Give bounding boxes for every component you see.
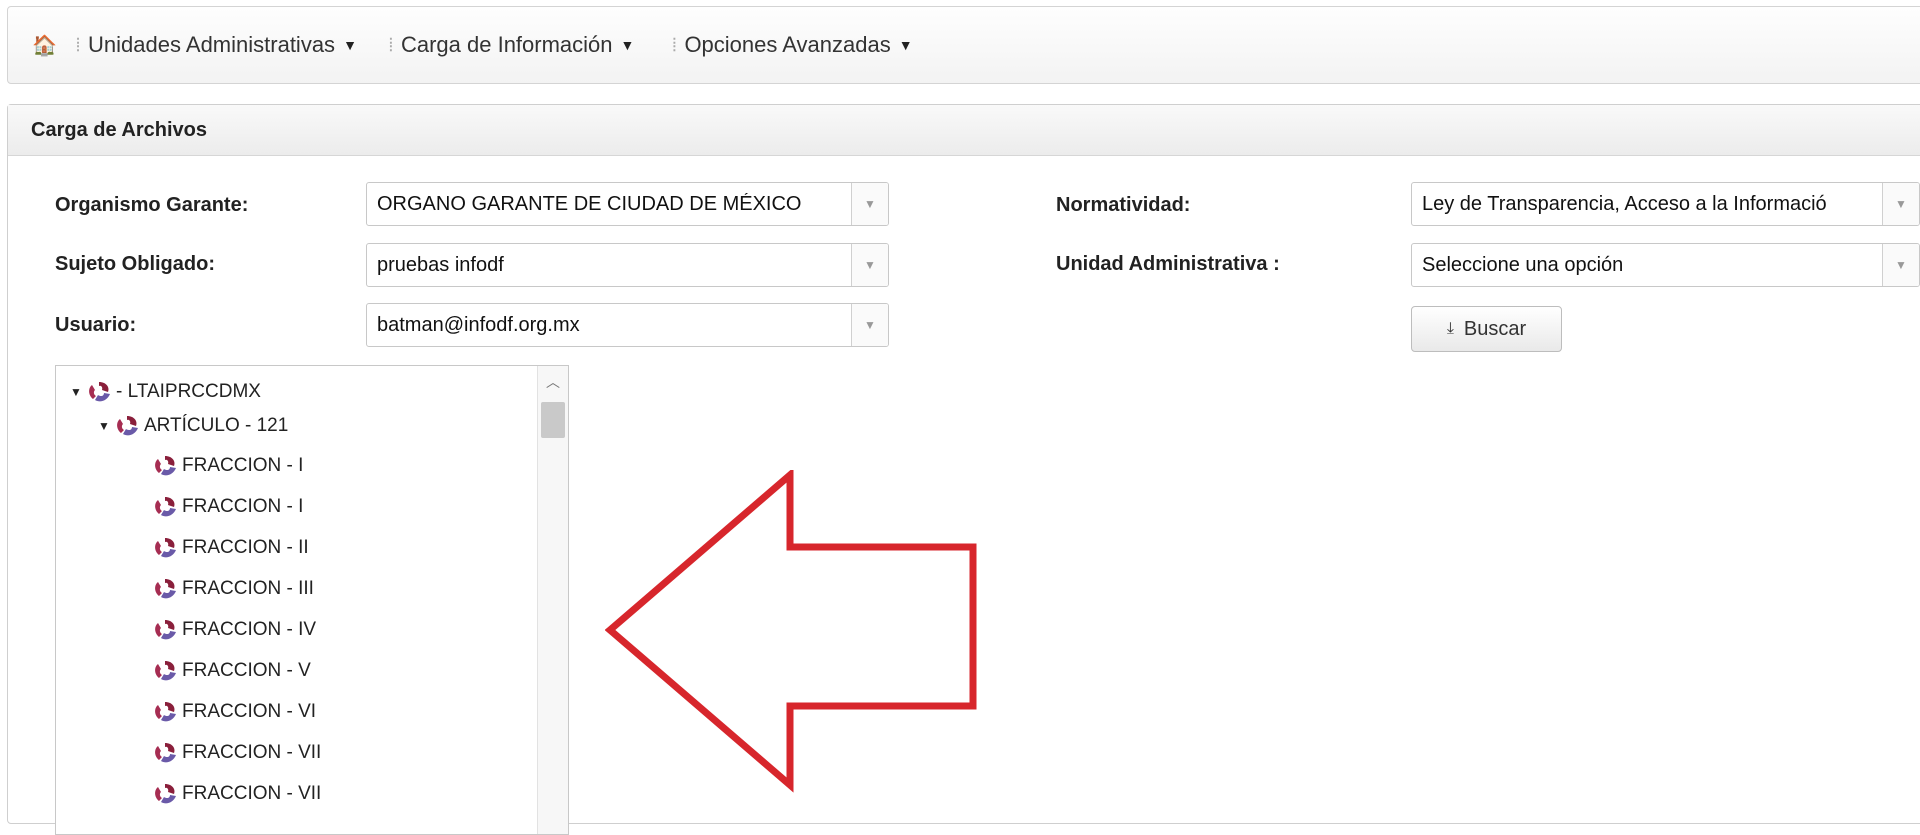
- nav-carga-de-informacion[interactable]: ⦙ Carga de Información ▼: [389, 32, 634, 58]
- tree-leaf-fraccion[interactable]: FRACCION - V: [152, 659, 311, 683]
- tree-node-label: FRACCION - III: [182, 578, 314, 599]
- infodf-logo-icon: [89, 382, 110, 402]
- organismo-garante-select[interactable]: ORGANO GARANTE DE CIUDAD DE MÉXICO ▼: [366, 182, 889, 226]
- tree-leaf-fraccion[interactable]: FRACCION - VII: [152, 741, 321, 765]
- grip-icon: ⦙: [388, 34, 393, 55]
- grip-icon: ⦙: [76, 34, 80, 55]
- infodf-logo-icon: [155, 661, 176, 681]
- infodf-logo-icon: [155, 702, 176, 722]
- sujeto-obligado-value: pruebas infodf: [377, 253, 504, 276]
- tree-node-label: ARTÍCULO - 121: [144, 415, 289, 436]
- nav-label: Carga de Información: [400, 32, 613, 57]
- organismo-garante-value: ORGANO GARANTE DE CIUDAD DE MÉXICO: [377, 192, 802, 215]
- buscar-label: Buscar: [1463, 317, 1527, 340]
- scrollbar[interactable]: ︿: [537, 366, 568, 834]
- chevron-down-icon[interactable]: ▼: [1882, 183, 1919, 225]
- unidad-administrativa-value: Seleccione una opción: [1422, 253, 1624, 276]
- infodf-logo-icon: [155, 743, 176, 763]
- caret-down-icon: ▼: [620, 37, 635, 53]
- tree-node-root[interactable]: ▼ - LTAIPRCCDMX: [70, 380, 261, 404]
- nav-label: Opciones Avanzadas: [684, 32, 891, 57]
- home-icon[interactable]: 🏠: [32, 33, 57, 58]
- normatividad-select[interactable]: Ley de Transparencia, Acceso a la Inform…: [1411, 182, 1920, 226]
- tree-leaf-fraccion[interactable]: FRACCION - I: [152, 454, 303, 478]
- nav-opciones-avanzadas[interactable]: ⦙ Opciones Avanzadas ▼: [672, 32, 912, 58]
- download-icon: ⤓: [1446, 320, 1454, 337]
- nav-label: Unidades Administrativas: [88, 32, 336, 57]
- unidad-administrativa-select[interactable]: Seleccione una opción ▼: [1411, 243, 1920, 287]
- usuario-value: batman@infodf.org.mx: [377, 313, 580, 336]
- tree-node-label: FRACCION - IV: [182, 619, 317, 640]
- tree-node-label: FRACCION - I: [182, 496, 304, 517]
- red-arrow-annotation: [605, 470, 977, 793]
- panel-title: Carga de Archivos: [8, 105, 1920, 156]
- tree-node-articulo[interactable]: ▼ ARTÍCULO - 121: [98, 414, 288, 438]
- scroll-up-icon[interactable]: ︿: [538, 372, 568, 392]
- organismo-garante-label: Organismo Garante:: [55, 194, 249, 216]
- infodf-logo-icon: [155, 456, 176, 476]
- infodf-logo-icon: [155, 538, 176, 558]
- tree-view[interactable]: ︿ ▼ - LTAIPRCCDMX ▼ ARTÍCULO - 121 FRACC…: [55, 365, 569, 835]
- nav-unidades-administrativas[interactable]: ⦙ Unidades Administrativas ▼: [76, 32, 357, 58]
- sujeto-obligado-label: Sujeto Obligado:: [55, 253, 215, 275]
- expand-toggle-icon[interactable]: ▼: [98, 419, 114, 433]
- caret-down-icon: ▼: [898, 37, 913, 53]
- infodf-logo-icon: [155, 784, 176, 804]
- tree-node-label: FRACCION - II: [182, 537, 309, 558]
- usuario-label: Usuario:: [55, 314, 137, 336]
- tree-leaf-fraccion[interactable]: FRACCION - II: [152, 536, 309, 560]
- tree-node-label: FRACCION - V: [182, 660, 311, 681]
- tree-leaf-fraccion[interactable]: FRACCION - IV: [152, 618, 316, 642]
- scroll-thumb[interactable]: [541, 402, 565, 438]
- caret-down-icon: ▼: [343, 37, 357, 53]
- usuario-select[interactable]: batman@infodf.org.mx ▼: [366, 303, 889, 347]
- infodf-logo-icon: [155, 497, 176, 517]
- tree-node-label: FRACCION - VII: [182, 783, 322, 804]
- chevron-down-icon[interactable]: ▼: [851, 244, 888, 286]
- tree-node-label: - LTAIPRCCDMX: [116, 381, 261, 402]
- tree-leaf-fraccion[interactable]: FRACCION - III: [152, 577, 314, 601]
- infodf-logo-icon: [117, 416, 138, 436]
- chevron-down-icon[interactable]: ▼: [1882, 244, 1919, 286]
- unidad-administrativa-label: Unidad Administrativa :: [1056, 253, 1280, 275]
- expand-toggle-icon[interactable]: ▼: [70, 385, 86, 399]
- chevron-down-icon[interactable]: ▼: [851, 304, 888, 346]
- tree-node-label: FRACCION - I: [182, 455, 304, 476]
- buscar-button[interactable]: ⤓ Buscar: [1411, 306, 1562, 352]
- sujeto-obligado-select[interactable]: pruebas infodf ▼: [366, 243, 889, 287]
- infodf-logo-icon: [155, 620, 176, 640]
- tree-leaf-fraccion[interactable]: FRACCION - VI: [152, 700, 316, 724]
- chevron-down-icon[interactable]: ▼: [851, 183, 888, 225]
- normatividad-label: Normatividad:: [1056, 194, 1191, 216]
- infodf-logo-icon: [155, 579, 176, 599]
- tree-node-label: FRACCION - VI: [182, 701, 317, 722]
- top-navbar: 🏠 ⦙ Unidades Administrativas ▼ ⦙ Carga d…: [7, 6, 1920, 84]
- tree-node-label: FRACCION - VII: [182, 742, 322, 763]
- tree-leaf-fraccion[interactable]: FRACCION - VII: [152, 782, 321, 806]
- normatividad-value: Ley de Transparencia, Acceso a la Inform…: [1422, 192, 1827, 215]
- tree-leaf-fraccion[interactable]: FRACCION - I: [152, 495, 303, 519]
- grip-icon: ⦙: [672, 34, 676, 55]
